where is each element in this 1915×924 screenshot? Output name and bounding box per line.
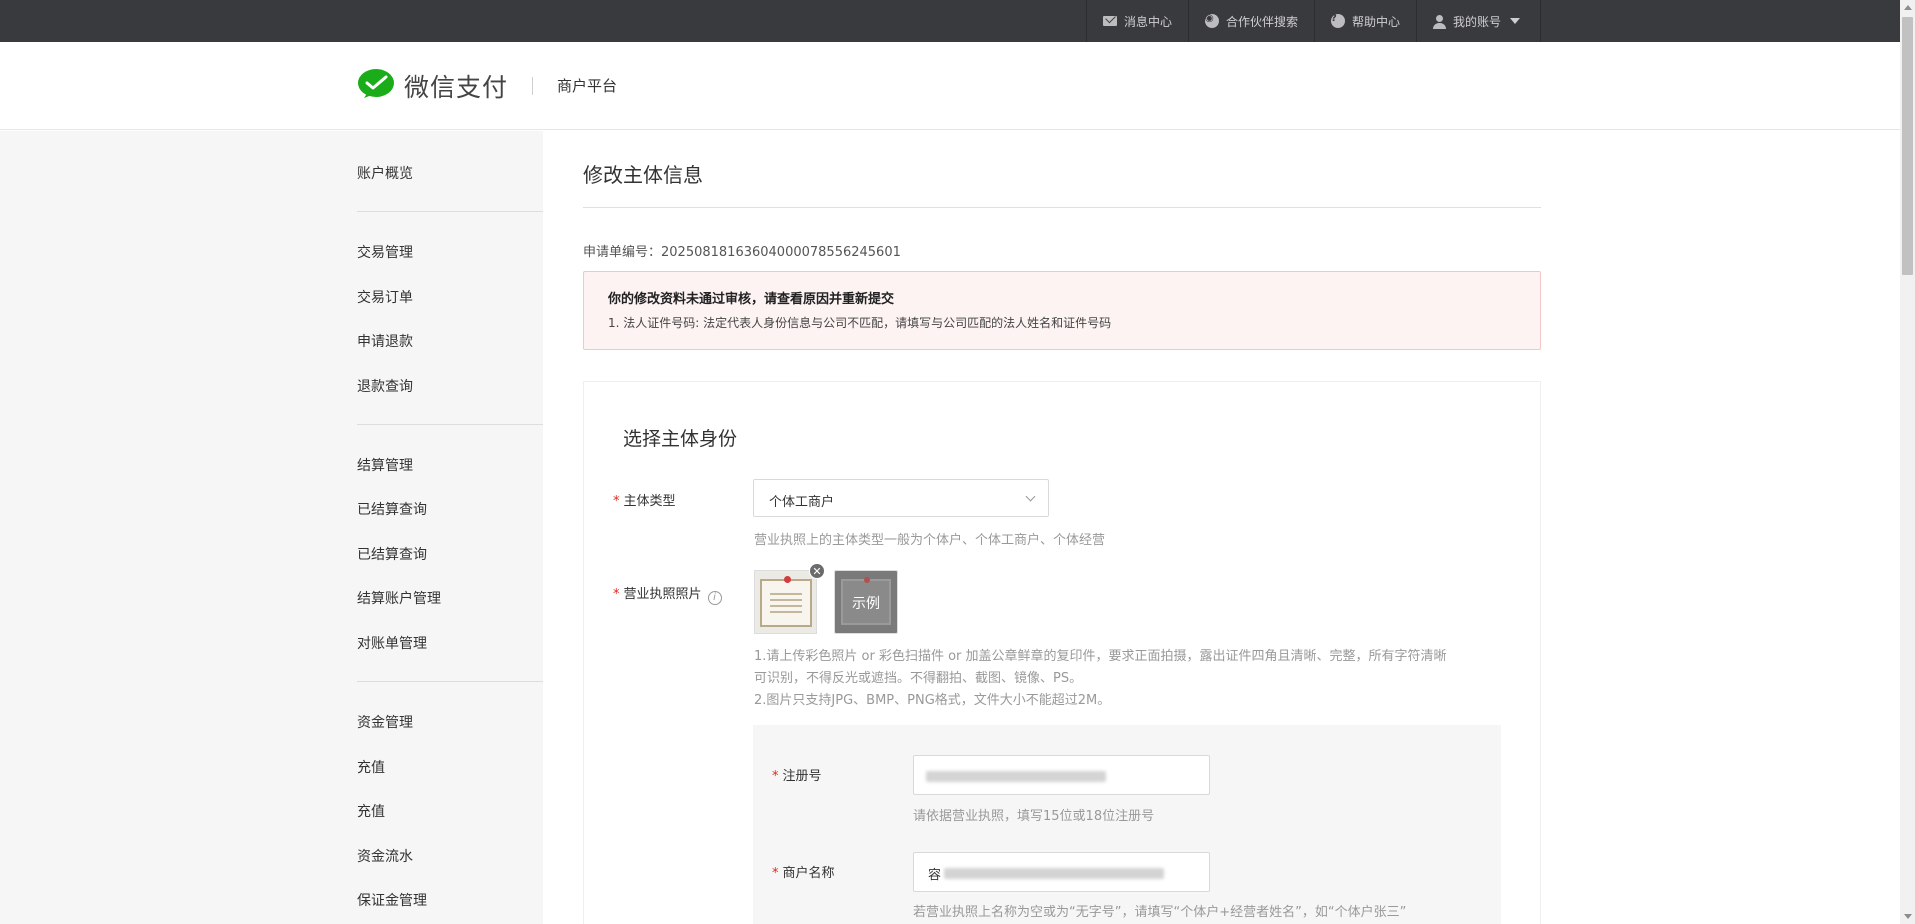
page-scrollbar[interactable] — [1900, 0, 1915, 924]
topnav-partner-search[interactable]: ◉ 合作伙伴搜索 — [1187, 0, 1314, 42]
chevron-down-icon — [1025, 491, 1036, 502]
entity-type-select[interactable]: 个体工商户 — [753, 479, 1049, 517]
registration-no-label-text: 注册号 — [782, 769, 822, 784]
alert-title: 你的修改资料未通过审核，请查看原因并重新提交 — [608, 292, 895, 307]
license-note-1b: 可识别，不得反光或遮挡。不得翻拍、截图、镜像、PS。 — [754, 671, 1083, 686]
license-details-panel: * 注册号 请依据营业执照，填写15位或18位注册号 * 商户名称 容 若营业执照上… — [753, 725, 1501, 924]
license-note-2: 2.图片只支持JPG、BMP、PNG格式，文件大小不能超过2M。 — [754, 693, 1111, 708]
sidebar-divider — [357, 424, 543, 425]
header-divider — [532, 77, 533, 95]
required-mark: * — [613, 494, 620, 509]
top-nav: 消息中心 ◉ 合作伙伴搜索 ? 帮助中心 我的账号 — [1085, 0, 1541, 42]
example-label: 示例 — [852, 596, 880, 612]
merchant-name-hint: 若营业执照上名称为空或为“无字号”，请填写“个体户+经营者姓名”，如“个体户张三… — [913, 905, 1407, 920]
topnav-label: 合作伙伴搜索 — [1225, 14, 1298, 29]
title-divider — [583, 207, 1541, 208]
sidebar-divider — [357, 681, 543, 682]
brand-name: 微信支付 — [404, 73, 509, 102]
user-icon — [1432, 14, 1446, 29]
required-mark: * — [613, 587, 620, 602]
application-number-value: 2025081816360400007855624560​1 — [661, 245, 901, 260]
application-number-label: 申请单编号： — [583, 245, 662, 260]
sidebar-item-fund-flow[interactable]: 资金流水 — [357, 846, 413, 866]
rejection-alert: 你的修改资料未通过审核，请查看原因并重新提交 1. 法人证件号码: 法定代表人身… — [583, 271, 1541, 350]
sidebar-item-settled-query-2[interactable]: 已结算查询 — [357, 544, 427, 564]
mail-icon — [1102, 16, 1117, 26]
sidebar-item-apply-refund[interactable]: 申请退款 — [357, 331, 413, 351]
sidebar-item-settlement-account[interactable]: 结算账户管理 — [357, 588, 441, 608]
example-seal-mark — [864, 577, 870, 583]
page-title: 修改主体信息 — [583, 163, 703, 187]
scrollbar-thumb[interactable] — [1902, 17, 1913, 275]
seal-mark — [784, 576, 791, 583]
redacted-value — [926, 771, 1106, 782]
entity-type-label-text: 主体类型 — [623, 494, 676, 509]
example-license-thumbnail[interactable]: 示例 — [834, 570, 898, 634]
merchant-name-value: 容 — [928, 868, 942, 883]
application-number: 申请单编号：2025081816360400007855624560​1 — [583, 241, 901, 260]
redacted-value — [944, 868, 1164, 879]
topnav-label: 我的账号 — [1452, 14, 1501, 29]
sidebar-item-transaction-orders[interactable]: 交易订单 — [357, 287, 413, 307]
license-note-1: 1.请上传彩色照片 or 彩色扫描件 or 加盖公章鲜章的复印件，要求正面拍摄，… — [754, 649, 1447, 664]
uploaded-license-thumbnail[interactable] — [754, 570, 817, 634]
caret-down-icon — [1510, 18, 1520, 24]
topnav-my-account[interactable]: 我的账号 — [1415, 0, 1541, 42]
header: 微信支付 商户平台 — [0, 42, 1900, 130]
scroll-up-arrow-icon[interactable] — [1904, 5, 1912, 10]
sidebar-item-deposit-management[interactable]: 保证金管理 — [357, 890, 427, 910]
sidebar-item-settlement-management[interactable]: 结算管理 — [357, 455, 413, 475]
merchant-name-input[interactable]: 容 — [913, 852, 1210, 892]
sidebar-item-recharge-2[interactable]: 充值 — [357, 801, 385, 821]
topnav-message-center[interactable]: 消息中心 — [1085, 0, 1188, 42]
license-photo-label-text: 营业执照照片 — [623, 587, 702, 602]
sidebar-item-fund-management[interactable]: 资金管理 — [357, 712, 413, 732]
sidebar-item-account-overview[interactable]: 账户概览 — [357, 163, 413, 183]
entity-form-card: 选择主体身份 * 主体类型 个体工商户 营业执照上的主体类型一般为个体户、个体工商… — [583, 381, 1541, 924]
wechat-pay-logo-icon[interactable] — [357, 68, 395, 102]
scroll-down-arrow-icon[interactable] — [1904, 914, 1912, 919]
entity-type-value: 个体工商户 — [769, 495, 835, 510]
top-bar: 消息中心 ◉ 合作伙伴搜索 ? 帮助中心 我的账号 — [0, 0, 1900, 42]
remove-image-icon[interactable]: ✕ — [809, 563, 825, 579]
sidebar-item-recharge[interactable]: 充值 — [357, 757, 385, 777]
required-mark: * — [772, 769, 779, 784]
sidebar — [0, 131, 543, 924]
partner-search-icon: ◉ — [1204, 14, 1219, 28]
registration-no-hint: 请依据营业执照，填写15位或18位注册号 — [913, 809, 1155, 824]
topnav-label: 消息中心 — [1123, 14, 1172, 29]
license-photo-label: * 营业执照照片 i — [613, 583, 722, 605]
sidebar-item-transaction-management[interactable]: 交易管理 — [357, 242, 413, 262]
registration-no-input[interactable] — [913, 755, 1210, 795]
info-icon[interactable]: i — [707, 590, 722, 605]
platform-name: 商户平台 — [557, 77, 618, 95]
topnav-help-center[interactable]: ? 帮助中心 — [1313, 0, 1416, 42]
entity-type-hint: 营业执照上的主体类型一般为个体户、个体工商户、个体经营 — [754, 533, 1106, 548]
section-title: 选择主体身份 — [623, 428, 738, 450]
topnav-label: 帮助中心 — [1351, 14, 1400, 29]
sidebar-item-settled-query[interactable]: 已结算查询 — [357, 499, 427, 519]
help-icon: ? — [1330, 14, 1345, 28]
entity-type-label: * 主体类型 — [613, 490, 676, 509]
alert-message: 1. 法人证件号码: 法定代表人身份信息与公司不匹配，请填写与公司匹配的法人姓名… — [608, 316, 1112, 330]
registration-no-label: * 注册号 — [772, 765, 822, 784]
merchant-name-label: * 商户名称 — [772, 862, 835, 881]
sidebar-item-refund-query[interactable]: 退款查询 — [357, 376, 413, 396]
merchant-name-label-text: 商户名称 — [782, 866, 835, 881]
certificate-image — [760, 579, 812, 627]
required-mark: * — [772, 866, 779, 881]
sidebar-divider — [357, 211, 543, 212]
sidebar-item-statement-management[interactable]: 对账单管理 — [357, 633, 427, 653]
